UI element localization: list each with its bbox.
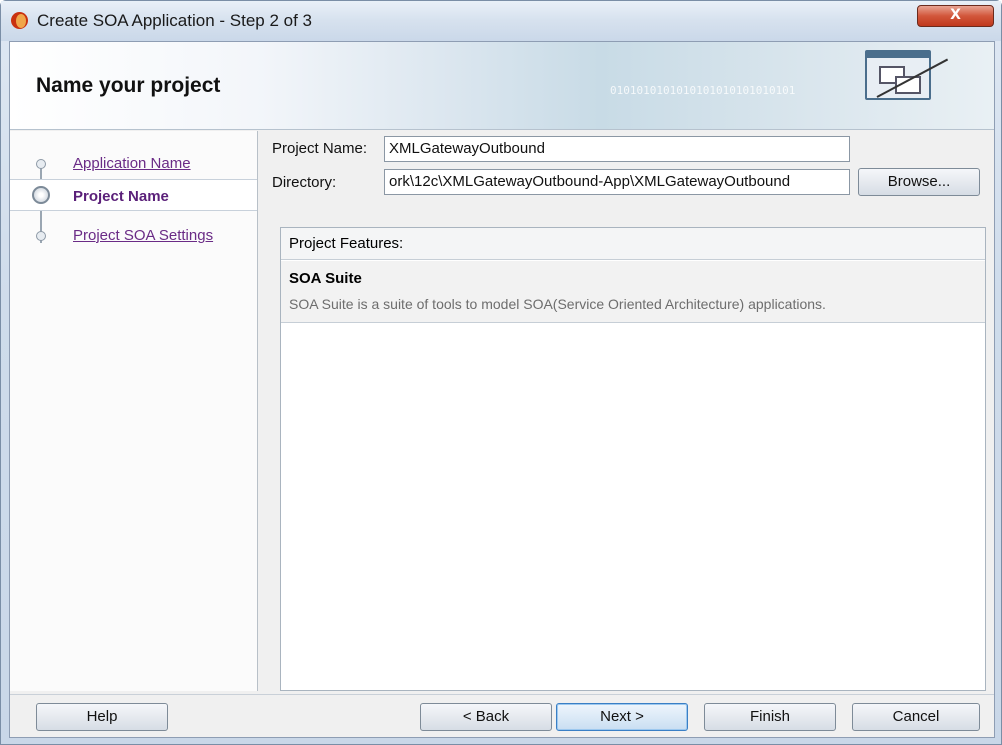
- main-panel: Project Name: XMLGatewayOutbound Directo…: [268, 131, 986, 691]
- wizard-banner: Name your project 0101010101010101010101…: [10, 42, 994, 130]
- help-button[interactable]: Help: [36, 703, 168, 731]
- step-indicator-icon: [36, 159, 46, 169]
- step-label: Project Name: [73, 188, 169, 205]
- feature-description: SOA Suite is a suite of tools to model S…: [289, 296, 826, 312]
- footer-separator: [10, 694, 994, 695]
- directory-input[interactable]: ork\12c\XMLGatewayOutbound-App\XMLGatewa…: [384, 169, 850, 195]
- step-label[interactable]: Application Name: [73, 155, 191, 172]
- app-icon: [11, 12, 28, 29]
- step-indicator-icon: [32, 186, 50, 204]
- dialog-client-area: Name your project 0101010101010101010101…: [9, 41, 995, 738]
- project-features-panel: Project Features: SOA Suite SOA Suite is…: [280, 227, 986, 691]
- window-title: Create SOA Application - Step 2 of 3: [37, 11, 312, 30]
- wizard-window: Create SOA Application - Step 2 of 3 X N…: [0, 0, 1002, 745]
- title-bar[interactable]: Create SOA Application - Step 2 of 3 X: [1, 1, 1001, 41]
- project-name-label: Project Name:: [272, 140, 368, 157]
- feature-item-soa-suite[interactable]: SOA Suite SOA Suite is a suite of tools …: [281, 261, 985, 323]
- directory-value: ork\12c\XMLGatewayOutbound-App\XMLGatewa…: [389, 173, 791, 190]
- wizard-banner-icon: [865, 50, 949, 100]
- wizard-steps-sidebar: Application Name Project Name Project SO…: [10, 131, 258, 691]
- project-features-label: Project Features:: [289, 235, 404, 252]
- next-button[interactable]: Next >: [556, 703, 688, 731]
- banner-binary-decoration: 0101010101010101010101010101: [610, 84, 796, 97]
- finish-button[interactable]: Finish: [704, 703, 836, 731]
- project-name-input[interactable]: XMLGatewayOutbound: [384, 136, 850, 162]
- step-label[interactable]: Project SOA Settings: [73, 227, 213, 244]
- page-title: Name your project: [36, 74, 221, 97]
- project-features-header: Project Features:: [281, 228, 985, 260]
- step-indicator-icon: [36, 231, 46, 241]
- step-project-soa-settings[interactable]: Project SOA Settings: [10, 219, 257, 251]
- back-button[interactable]: < Back: [420, 703, 552, 731]
- close-button[interactable]: X: [917, 5, 994, 27]
- step-application-name[interactable]: Application Name: [10, 147, 257, 179]
- step-project-name[interactable]: Project Name: [10, 179, 257, 211]
- close-icon: X: [950, 7, 961, 23]
- browse-button[interactable]: Browse...: [858, 168, 980, 196]
- cancel-button[interactable]: Cancel: [852, 703, 980, 731]
- directory-label: Directory:: [272, 174, 337, 191]
- feature-title: SOA Suite: [289, 270, 362, 287]
